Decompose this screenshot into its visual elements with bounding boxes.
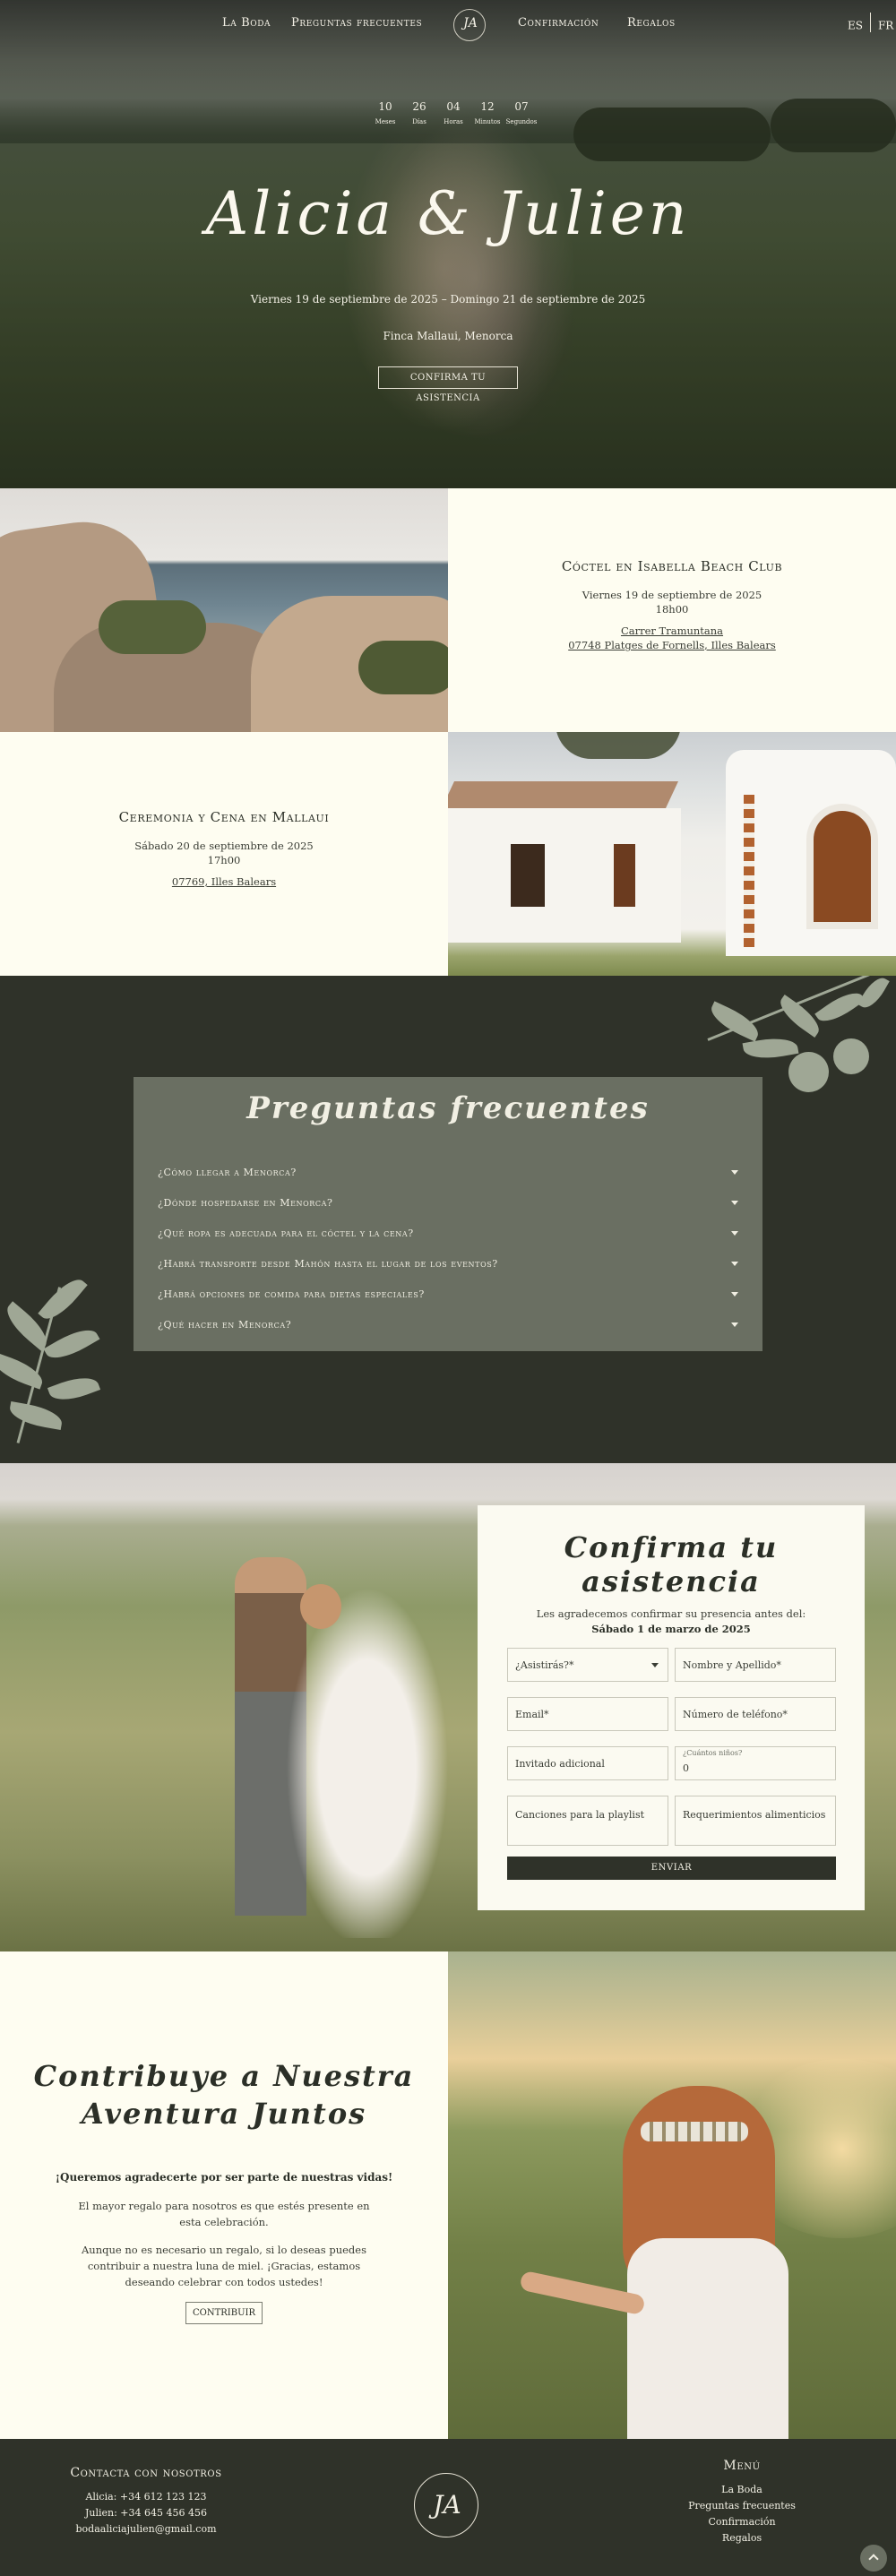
hero-section: La Boda Preguntas frecuentes JA Confirma… bbox=[0, 0, 896, 488]
logo-monogram: JA bbox=[433, 2490, 461, 2520]
countdown-days: 26 Días bbox=[412, 100, 426, 125]
kids-value: 0 bbox=[683, 1762, 689, 1774]
rsvp-intro: Les agradecemos confirmar su presencia a… bbox=[536, 1607, 806, 1620]
nav-preguntas[interactable]: Preguntas frecuentes bbox=[291, 16, 422, 30]
send-button[interactable]: ENVIAR bbox=[507, 1857, 836, 1880]
hero-title: Alicia & Julien bbox=[205, 179, 691, 248]
contribute-title: Contribuye a Nuestra Aventura Juntos bbox=[33, 2059, 415, 2131]
menu-title: Menú bbox=[723, 2459, 761, 2473]
olive-branch-bottom bbox=[0, 1262, 134, 1460]
confirm-attendance-button[interactable]: CONFIRMA TU ASISTENCIA bbox=[378, 366, 518, 403]
phone-field[interactable]: Número de teléfono* bbox=[675, 1697, 836, 1731]
lang-fr[interactable]: FR bbox=[878, 20, 893, 32]
countdown: 10 Meses 26 Días 04 Horas 12 Minutos 07 Segun… bbox=[367, 100, 538, 136]
name-field[interactable]: Nombre y Apellido* bbox=[675, 1648, 836, 1682]
event-cocktail: Cóctel en Isabella Beach Club Viernes 19… bbox=[448, 488, 896, 732]
contribute-text-2: Aunque no es necesario un regalo, si lo … bbox=[82, 2244, 366, 2288]
contribute-text-1: El mayor regalo para nosotros es que est… bbox=[78, 2200, 370, 2228]
contribute-section: Contribuye a Nuestra Aventura Juntos ¡Qu… bbox=[0, 1951, 448, 2439]
email-field[interactable]: Email* bbox=[507, 1697, 668, 1731]
footer-link-confirmacion[interactable]: Confirmación bbox=[652, 2516, 831, 2528]
faq-item[interactable]: ¿Dónde hospedarse en Menorca? bbox=[158, 1197, 738, 1213]
event-ceremony: Ceremonia y Cena en Mallaui Sábado 20 de… bbox=[0, 732, 448, 976]
nav-regalos[interactable]: Regalos bbox=[627, 16, 676, 30]
hero-location: Finca Mallaui, Menorca bbox=[383, 330, 513, 342]
event-address-link[interactable]: Carrer Tramuntana bbox=[448, 625, 896, 637]
footer-logo: JA bbox=[414, 2473, 478, 2537]
event-date: Viernes 19 de septiembre de 2025 bbox=[582, 589, 762, 601]
contact-alicia: Alicia: +34 612 123 123 bbox=[85, 2491, 207, 2503]
contribute-thanks: ¡Queremos agradecerte por ser parte de n… bbox=[55, 2171, 393, 2184]
faq-item[interactable]: ¿Qué ropa es adecuada para el cóctel y l… bbox=[158, 1228, 738, 1244]
chevron-down-icon bbox=[731, 1322, 738, 1327]
cliff-sea-photo bbox=[0, 488, 448, 732]
lang-es[interactable]: ES bbox=[848, 20, 863, 32]
contribute-button[interactable]: CONTRIBUIR bbox=[185, 2302, 263, 2324]
kids-caption: ¿Cuántos niños? bbox=[683, 1749, 743, 1757]
playlist-field[interactable]: Canciones para la playlist bbox=[507, 1796, 668, 1846]
faq-section: Preguntas frecuentes ¿Cómo llegar a Meno… bbox=[0, 976, 896, 1463]
footer-link-regalos[interactable]: Regalos bbox=[652, 2532, 831, 2544]
event-title: Ceremonia y Cena en Mallaui bbox=[118, 809, 330, 825]
diet-field[interactable]: Requerimientos alimenticios bbox=[675, 1796, 836, 1846]
countdown-minutes: 12 Minutos bbox=[474, 100, 501, 125]
footer: Contacta con nosotros Alicia: +34 612 12… bbox=[0, 2439, 896, 2576]
bride-sunset-photo bbox=[448, 1951, 896, 2439]
event-address-link-2[interactable]: 07748 Platges de Fornells, Illes Balears bbox=[448, 639, 896, 651]
event-title: Cóctel en Isabella Beach Club bbox=[561, 558, 783, 574]
scroll-to-top-button[interactable] bbox=[860, 2545, 887, 2572]
countdown-hours: 04 Horas bbox=[444, 100, 463, 125]
faq-item[interactable]: ¿Cómo llegar a Menorca? bbox=[158, 1167, 738, 1183]
event-time: 18h00 bbox=[655, 603, 689, 616]
guest-field[interactable]: Invitado adicional bbox=[507, 1746, 668, 1780]
language-switcher: ES FR bbox=[848, 13, 893, 36]
rsvp-form: Confirma tu asistencia Les agradecemos c… bbox=[478, 1505, 865, 1910]
footer-link-la-boda[interactable]: La Boda bbox=[652, 2484, 831, 2495]
event-time: 17h00 bbox=[207, 854, 241, 866]
top-nav: La Boda Preguntas frecuentes JA Confirma… bbox=[0, 0, 896, 50]
countdown-seconds: 07 Segundos bbox=[505, 100, 538, 125]
faq-item[interactable]: ¿Habrá opciones de comida para dietas es… bbox=[158, 1288, 738, 1305]
chevron-down-icon bbox=[731, 1231, 738, 1236]
chevron-up-icon bbox=[868, 2554, 879, 2564]
event-address-link[interactable]: 07769, Illes Balears bbox=[0, 875, 448, 888]
chevron-down-icon bbox=[651, 1663, 659, 1667]
faq-title: Preguntas frecuentes bbox=[246, 1090, 650, 1126]
rsvp-deadline: Sábado 1 de marzo de 2025 bbox=[591, 1623, 751, 1635]
chevron-down-icon bbox=[731, 1201, 738, 1205]
kids-count-field[interactable]: ¿Cuántos niños? 0 bbox=[675, 1746, 836, 1780]
logo-monogram: JA bbox=[463, 16, 478, 30]
nav-logo[interactable]: JA bbox=[453, 9, 486, 41]
chevron-down-icon bbox=[731, 1170, 738, 1175]
event-date: Sábado 20 de septiembre de 2025 bbox=[134, 840, 314, 852]
nav-la-boda[interactable]: La Boda bbox=[222, 16, 271, 30]
faq-item[interactable]: ¿Qué hacer en Menorca? bbox=[158, 1319, 738, 1335]
hero-dates: Viernes 19 de septiembre de 2025 – Domin… bbox=[250, 293, 646, 306]
chevron-down-icon bbox=[731, 1262, 738, 1266]
faq-item[interactable]: ¿Habrá transporte desde Mahón hasta el l… bbox=[158, 1258, 738, 1274]
nav-confirmacion[interactable]: Confirmación bbox=[518, 16, 599, 30]
rsvp-title: Confirma tu asistencia bbox=[564, 1530, 779, 1598]
finca-house-photo bbox=[448, 732, 896, 976]
faq-panel: Preguntas frecuentes ¿Cómo llegar a Meno… bbox=[134, 1077, 762, 1351]
contact-julien: Julien: +34 645 456 456 bbox=[84, 2507, 208, 2519]
chevron-down-icon bbox=[731, 1292, 738, 1297]
countdown-months: 10 Meses bbox=[375, 100, 396, 125]
contact-email[interactable]: bodaaliciajulien@gmail.com bbox=[56, 2523, 236, 2535]
footer-link-preguntas[interactable]: Preguntas frecuentes bbox=[652, 2500, 831, 2511]
attend-select[interactable]: ¿Asistirás?* bbox=[507, 1648, 668, 1682]
contact-title: Contacta con nosotros bbox=[70, 2466, 222, 2480]
